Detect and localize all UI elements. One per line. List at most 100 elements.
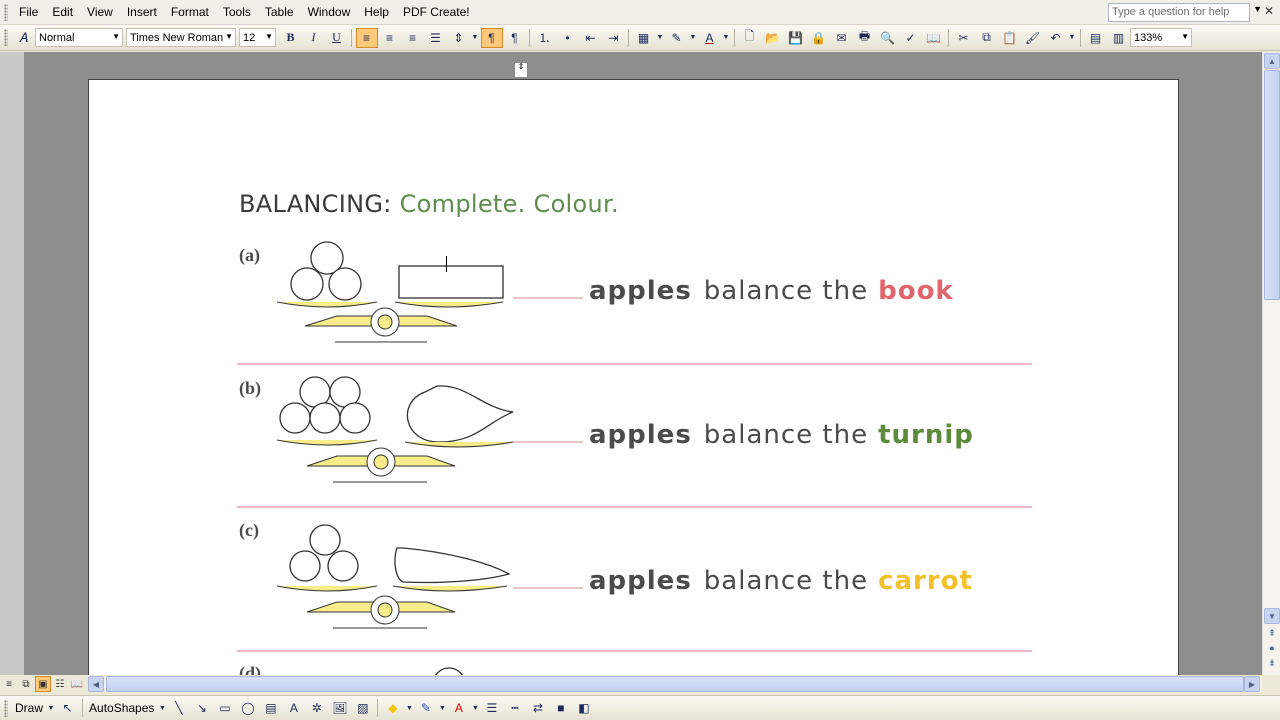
draw-menu-button[interactable]: Draw [12, 701, 46, 715]
decrease-indent-icon[interactable]: ⇤ [580, 28, 602, 48]
print-layout-icon[interactable]: ▣ [35, 676, 51, 692]
answer-blank-c[interactable] [513, 587, 583, 589]
line-spacing-icon[interactable]: ⇕ [448, 28, 470, 48]
borders-icon[interactable]: ▦ [633, 28, 655, 48]
save-icon[interactable]: 💾 [785, 28, 807, 48]
paste-icon[interactable]: 📋 [999, 28, 1021, 48]
numbering-icon[interactable]: ⒈ [534, 28, 556, 48]
chevron-down-icon[interactable]: ▼ [656, 28, 665, 48]
chevron-down-icon[interactable]: ▼ [1068, 28, 1077, 48]
menu-format[interactable]: Format [164, 3, 216, 21]
menu-file[interactable]: File [12, 3, 45, 21]
underline-button[interactable]: U [326, 28, 348, 48]
spelling-icon[interactable]: ✓ [900, 28, 922, 48]
web-view-icon[interactable]: ⧉ [18, 676, 34, 692]
menu-table[interactable]: Table [258, 3, 301, 21]
wordart-icon[interactable]: A [283, 698, 305, 718]
permission-icon[interactable]: 🔒 [808, 28, 830, 48]
print-icon[interactable]: 🖶 [854, 28, 876, 48]
autoshapes-menu-button[interactable]: AutoShapes [86, 701, 157, 715]
chevron-down-icon[interactable]: ▼ [471, 698, 480, 718]
styles-pane-icon[interactable]: 𝐴 [13, 28, 35, 48]
menubar-grip[interactable] [4, 3, 8, 21]
bullets-icon[interactable]: • [557, 28, 579, 48]
menu-window[interactable]: Window [301, 3, 358, 21]
scroll-left-icon[interactable]: ◀ [88, 676, 104, 692]
email-icon[interactable]: ✉ [831, 28, 853, 48]
help-search-input[interactable]: Type a question for help [1108, 3, 1250, 22]
chevron-down-icon[interactable]: ▼ [405, 698, 414, 718]
answer-blank-a[interactable] [513, 297, 583, 299]
toolbar-grip[interactable] [4, 29, 8, 46]
reading-view-icon[interactable]: 📖 [69, 676, 85, 692]
menu-view[interactable]: View [80, 3, 120, 21]
scroll-up-icon[interactable]: ▲ [1264, 53, 1280, 69]
answer-blank-b[interactable] [513, 441, 583, 443]
fill-color-icon[interactable]: ◆ [382, 698, 404, 718]
menu-tools[interactable]: Tools [216, 3, 258, 21]
split-handle-icon[interactable]: ⇕ [514, 62, 528, 78]
style-dropdown[interactable]: Normal ▼ [35, 28, 123, 47]
horizontal-scrollbar[interactable]: ◀ ▶ [88, 676, 1262, 692]
clip-art-icon[interactable]: 🖼 [329, 698, 351, 718]
draw-font-color-icon[interactable]: A [448, 698, 470, 718]
scroll-right-icon[interactable]: ▶ [1244, 676, 1260, 692]
rectangle-icon[interactable]: ▭ [214, 698, 236, 718]
insert-table-icon[interactable]: ▤ [1085, 28, 1107, 48]
shadow-style-icon[interactable]: ■ [550, 698, 572, 718]
menu-pdf-create[interactable]: PDF Create! [396, 3, 477, 21]
next-page-icon[interactable]: ⇟ [1264, 658, 1280, 672]
justify-icon[interactable]: ☰ [425, 28, 447, 48]
undo-icon[interactable]: ↶ [1045, 28, 1067, 48]
menu-help[interactable]: Help [357, 3, 396, 21]
close-document-icon[interactable]: ✕ [1264, 4, 1274, 18]
line-style-icon[interactable]: ☰ [481, 698, 503, 718]
drawbar-grip[interactable] [4, 699, 8, 717]
menu-edit[interactable]: Edit [45, 3, 80, 21]
vertical-scroll-thumb[interactable] [1264, 70, 1280, 300]
diagram-icon[interactable]: ✲ [306, 698, 328, 718]
3d-style-icon[interactable]: ◧ [573, 698, 595, 718]
font-color-icon[interactable]: A [699, 28, 721, 48]
new-document-icon[interactable]: 🗋 [739, 28, 761, 48]
document-page[interactable]: BALANCING: Complete. Colour. (a) apples … [88, 79, 1179, 675]
line-color-icon[interactable]: ✎ [415, 698, 437, 718]
normal-view-icon[interactable]: ≡ [1, 676, 17, 692]
align-left-icon[interactable]: ≡ [355, 27, 378, 48]
dash-style-icon[interactable]: ┅ [504, 698, 526, 718]
scroll-down-icon[interactable]: ▼ [1264, 608, 1280, 624]
help-dropdown-icon[interactable]: ▼ [1253, 4, 1262, 14]
chevron-down-icon[interactable]: ▼ [47, 698, 56, 718]
select-objects-icon[interactable]: ↖ [57, 698, 79, 718]
chevron-down-icon[interactable]: ▼ [438, 698, 447, 718]
vertical-scrollbar[interactable]: ▲ ▼ ⇞ ● ⇟ [1262, 52, 1280, 675]
columns-icon[interactable]: ▥ [1108, 28, 1130, 48]
outline-view-icon[interactable]: ☷ [52, 676, 68, 692]
ltr-paragraph-icon[interactable]: ¶ [480, 27, 503, 48]
chevron-down-icon[interactable]: ▼ [158, 698, 167, 718]
italic-button[interactable]: I [303, 28, 325, 48]
arrow-style-icon[interactable]: ⇄ [527, 698, 549, 718]
chevron-down-icon[interactable]: ▼ [689, 28, 698, 48]
zoom-dropdown[interactable]: 133% ▼ [1130, 28, 1192, 47]
format-painter-icon[interactable]: 🖌 [1022, 28, 1044, 48]
font-size-dropdown[interactable]: 12 ▼ [239, 28, 276, 47]
previous-page-icon[interactable]: ⇞ [1264, 628, 1280, 642]
text-box-icon[interactable]: ▤ [260, 698, 282, 718]
insert-picture-icon[interactable]: ▨ [352, 698, 374, 718]
chevron-down-icon[interactable]: ▼ [722, 28, 731, 48]
highlight-icon[interactable]: ✎ [666, 28, 688, 48]
print-preview-icon[interactable]: 🔍 [877, 28, 899, 48]
align-right-icon[interactable]: ≡ [402, 28, 424, 48]
research-icon[interactable]: 📖 [923, 28, 945, 48]
rtl-paragraph-icon[interactable]: ¶ [504, 28, 526, 48]
font-dropdown[interactable]: Times New Roman ▼ [126, 28, 236, 47]
menu-insert[interactable]: Insert [120, 3, 164, 21]
browse-object-icon[interactable]: ● [1264, 643, 1280, 657]
oval-icon[interactable]: ◯ [237, 698, 259, 718]
align-center-icon[interactable]: ≡ [379, 28, 401, 48]
line-icon[interactable]: ╲ [168, 698, 190, 718]
chevron-down-icon[interactable]: ▼ [471, 28, 480, 48]
arrow-icon[interactable]: ↘ [191, 698, 213, 718]
open-folder-icon[interactable]: 📂 [762, 28, 784, 48]
